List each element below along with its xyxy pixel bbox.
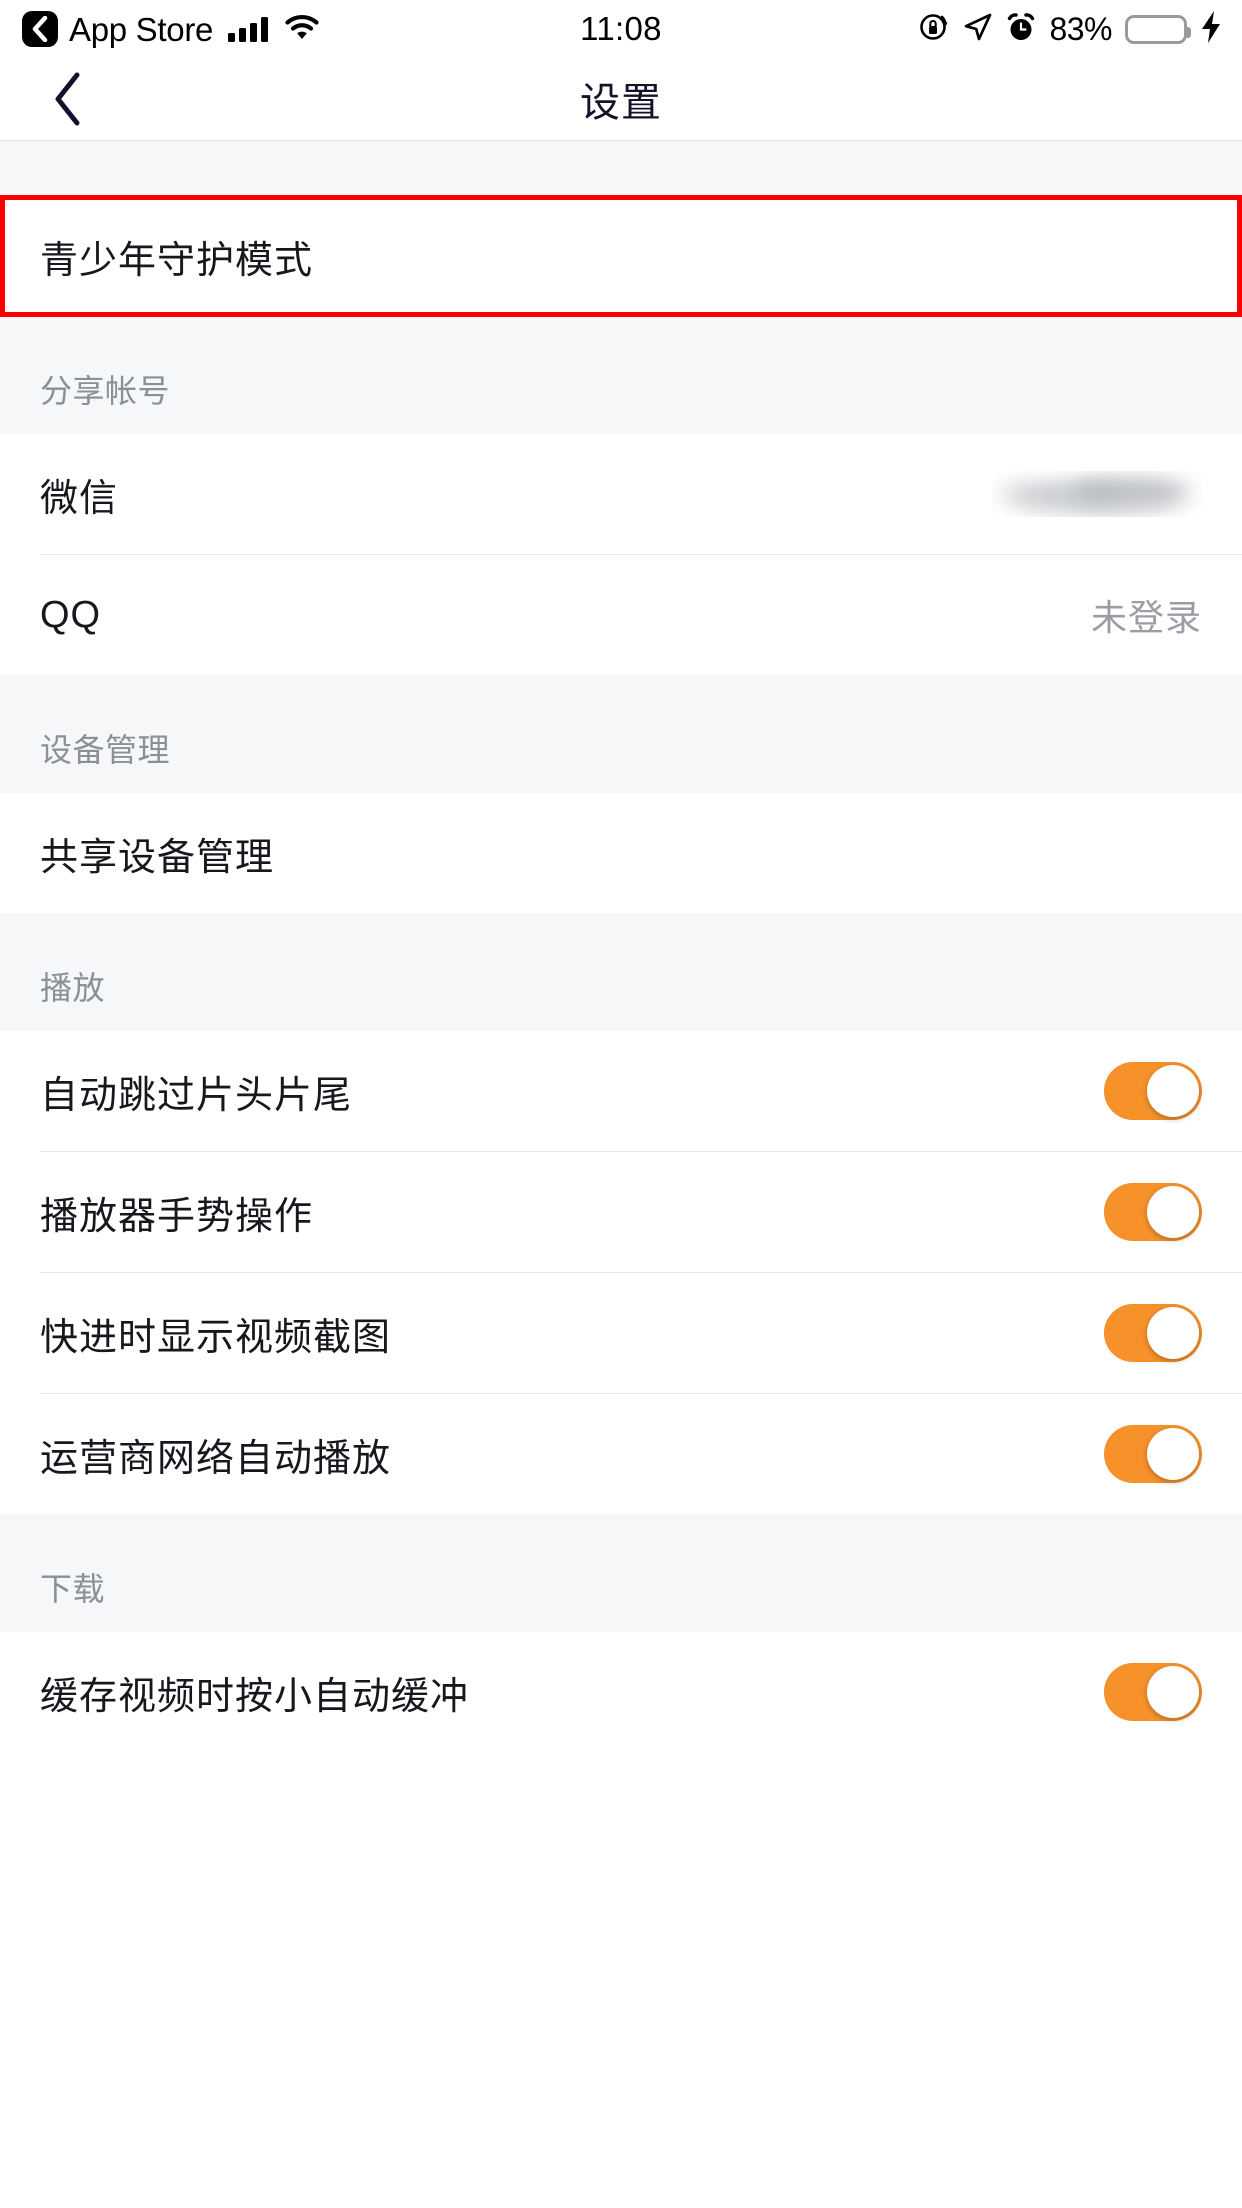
chevron-left-icon — [55, 72, 80, 126]
toggle-show-thumbnail-on-seek[interactable] — [1104, 1304, 1202, 1362]
row-label: 微信 — [40, 477, 119, 520]
section-header-device-management: 设备管理 — [0, 675, 1242, 793]
row-value: 未登录 — [1090, 597, 1202, 638]
row-value-blurred — [992, 471, 1202, 517]
settings-row-auto-next-on-download-complete[interactable]: 缓存视频时按小自动缓冲 — [0, 1632, 1242, 1752]
navigation-bar: 设置 — [0, 58, 1242, 141]
settings-row-qq[interactable]: QQ 未登录 — [0, 555, 1242, 675]
row-label: 快进时显示视频截图 — [40, 1316, 392, 1359]
toggle-carrier-network-autoplay[interactable] — [1104, 1425, 1202, 1483]
status-bar-clock: 11:08 — [580, 10, 662, 47]
status-bar-right: 83% — [918, 0, 1222, 58]
settings-row-wechat[interactable]: 微信 — [0, 434, 1242, 554]
section-gap — [0, 141, 1242, 196]
toggle-knob — [1147, 1307, 1199, 1359]
section-header-download: 下载 — [0, 1514, 1242, 1632]
settings-row-player-gesture-control[interactable]: 播放器手势操作 — [0, 1152, 1242, 1272]
section-header-playback: 播放 — [0, 913, 1242, 1031]
row-label: 缓存视频时按小自动缓冲 — [40, 1675, 470, 1718]
section-header-share-account: 分享帐号 — [0, 316, 1242, 434]
battery-icon — [1125, 14, 1191, 44]
settings-row-auto-skip-intro-outro[interactable]: 自动跳过片头片尾 — [0, 1031, 1242, 1151]
section-header-label: 播放 — [40, 970, 106, 1006]
section-header-label: 下载 — [40, 1571, 106, 1607]
location-arrow-icon — [963, 12, 993, 47]
section-header-label: 分享帐号 — [40, 373, 171, 409]
status-bar: App Store 11:08 83% — [0, 0, 1242, 58]
settings-screen: App Store 11:08 83% 设置 青少年守护模式 分享帐号 微信 Q… — [0, 0, 1242, 2208]
battery-percent-label: 83% — [1049, 10, 1112, 47]
settings-list: 青少年守护模式分享帐号微信 QQ 未登录设备管理共享设备管理播放自动跳过片头片尾 播放… — [0, 141, 1242, 1752]
row-label: 青少年守护模式 — [40, 239, 314, 282]
nav-back-button[interactable] — [38, 69, 98, 129]
lightning-bolt-icon — [1200, 10, 1222, 48]
toggle-player-gesture-control[interactable] — [1104, 1183, 1202, 1241]
row-label: 播放器手势操作 — [40, 1195, 314, 1238]
settings-row-show-thumbnail-on-seek[interactable]: 快进时显示视频截图 — [0, 1273, 1242, 1393]
settings-row-shared-device-management[interactable]: 共享设备管理 — [0, 793, 1242, 913]
toggle-knob — [1147, 1065, 1199, 1117]
row-label: QQ — [40, 593, 102, 636]
toggle-knob — [1147, 1186, 1199, 1238]
alarm-clock-icon — [1006, 12, 1036, 47]
rotation-lock-icon — [918, 11, 950, 48]
page-title: 设置 — [580, 81, 662, 125]
settings-row-teen-guardian-mode[interactable]: 青少年守护模式 — [0, 196, 1242, 316]
section-header-label: 设备管理 — [40, 732, 171, 768]
toggle-auto-skip-intro-outro[interactable] — [1104, 1062, 1202, 1120]
row-label: 运营商网络自动播放 — [40, 1437, 392, 1480]
toggle-knob — [1147, 1666, 1199, 1718]
toggle-auto-next-on-download-complete[interactable] — [1104, 1663, 1202, 1721]
row-label: 共享设备管理 — [40, 836, 275, 879]
row-label: 自动跳过片头片尾 — [40, 1074, 353, 1117]
toggle-knob — [1147, 1428, 1199, 1480]
settings-row-carrier-network-autoplay[interactable]: 运营商网络自动播放 — [0, 1394, 1242, 1514]
